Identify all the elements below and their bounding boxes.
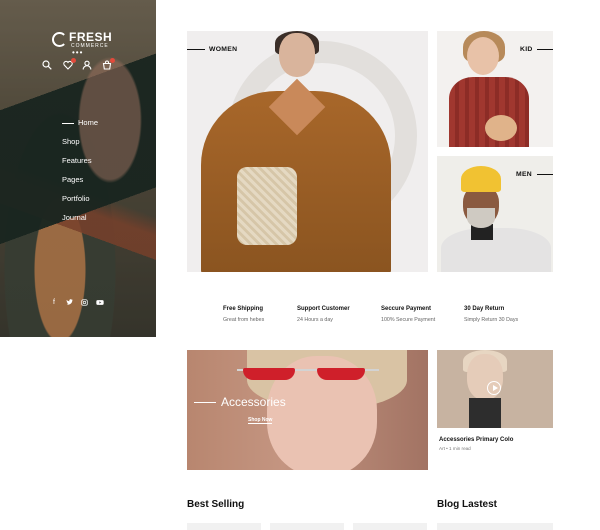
header-icons xyxy=(42,58,115,72)
logo-name: FRESH xyxy=(69,30,113,44)
sidebar: FRESH COMMERCE ••• Home Shop Features Pa… xyxy=(0,0,156,337)
feature-desc: 24 Hours a day xyxy=(297,317,333,323)
kid-label-line xyxy=(537,49,553,50)
cart-badge xyxy=(110,58,115,63)
blog-post-title[interactable]: Accessories Primary Colo xyxy=(439,437,513,443)
dots-icon: ••• xyxy=(72,48,84,57)
category-men[interactable]: MEN xyxy=(437,156,553,272)
product-card-placeholder xyxy=(353,523,427,530)
feature-desc: 100% Secure Payment xyxy=(381,317,436,323)
search-icon[interactable] xyxy=(42,60,52,70)
category-label-men: MEN xyxy=(516,171,533,178)
twitter-icon[interactable] xyxy=(66,299,73,309)
social-links: f xyxy=(53,299,109,307)
feature-desc: Simply Return 30 Days xyxy=(464,317,519,323)
cart-icon[interactable] xyxy=(102,58,115,70)
kid-hat-image xyxy=(485,115,517,141)
menu-item-shop[interactable]: Shop xyxy=(62,136,98,155)
wishlist-icon[interactable] xyxy=(63,58,76,70)
women-bag-image xyxy=(237,167,297,245)
men-coat-image xyxy=(441,228,551,272)
facebook-icon[interactable]: f xyxy=(53,299,55,307)
feature-support-customer: Support Customer 24 Hours a day xyxy=(297,305,387,324)
men-beanie-image xyxy=(461,166,501,192)
kid-model-image xyxy=(467,37,499,75)
blog-post-image[interactable] xyxy=(437,350,553,428)
feature-title: 30 Day Return xyxy=(464,306,505,312)
menu-item-features[interactable]: Features xyxy=(62,155,98,174)
shop-now-link[interactable]: Shop Now xyxy=(248,417,273,424)
best-selling-heading: Best Selling xyxy=(187,499,245,510)
category-kid[interactable]: KID xyxy=(437,31,553,147)
feature-secure-payment: Seccure Payment 100% Secure Payment xyxy=(381,305,471,324)
blog-heading: Blog Lastest xyxy=(437,499,498,510)
menu-item-home[interactable]: Home xyxy=(62,117,98,136)
feature-title: Support Customer xyxy=(297,306,350,312)
user-icon[interactable] xyxy=(82,60,92,70)
menu-item-pages[interactable]: Pages xyxy=(62,174,98,193)
menu-item-portfolio[interactable]: Portfolio xyxy=(62,193,98,212)
women-model-image xyxy=(279,33,315,77)
accessories-banner[interactable]: Accessories Shop Now xyxy=(187,350,428,470)
category-women[interactable]: WOMEN xyxy=(187,31,428,272)
logo-mark-icon xyxy=(52,32,67,47)
category-label-women: WOMEN xyxy=(209,46,238,53)
accessories-title: Accessories xyxy=(221,395,286,409)
blog-card-placeholder xyxy=(437,523,553,530)
product-card-placeholder xyxy=(270,523,344,530)
wishlist-badge xyxy=(71,58,76,63)
category-label-kid: KID xyxy=(520,46,533,53)
youtube-icon[interactable] xyxy=(96,299,104,309)
product-card-placeholder xyxy=(187,523,261,530)
accessories-title-line xyxy=(194,402,216,403)
men-beard-image xyxy=(467,208,495,228)
play-icon[interactable] xyxy=(487,381,501,395)
feature-title: Seccure Payment xyxy=(381,306,432,312)
blog-post-meta: Art • 1 min read xyxy=(439,446,471,451)
blog-turtleneck-image xyxy=(469,398,501,428)
instagram-icon[interactable] xyxy=(81,299,88,309)
main-menu: Home Shop Features Pages Portfolio Journ… xyxy=(62,117,98,231)
menu-item-journal[interactable]: Journal xyxy=(62,212,98,231)
men-label-line xyxy=(537,174,553,175)
sunglasses-image xyxy=(237,368,379,380)
women-label-line xyxy=(187,49,205,50)
feature-30-day-return: 30 Day Return Simply Return 30 Days xyxy=(464,305,554,324)
